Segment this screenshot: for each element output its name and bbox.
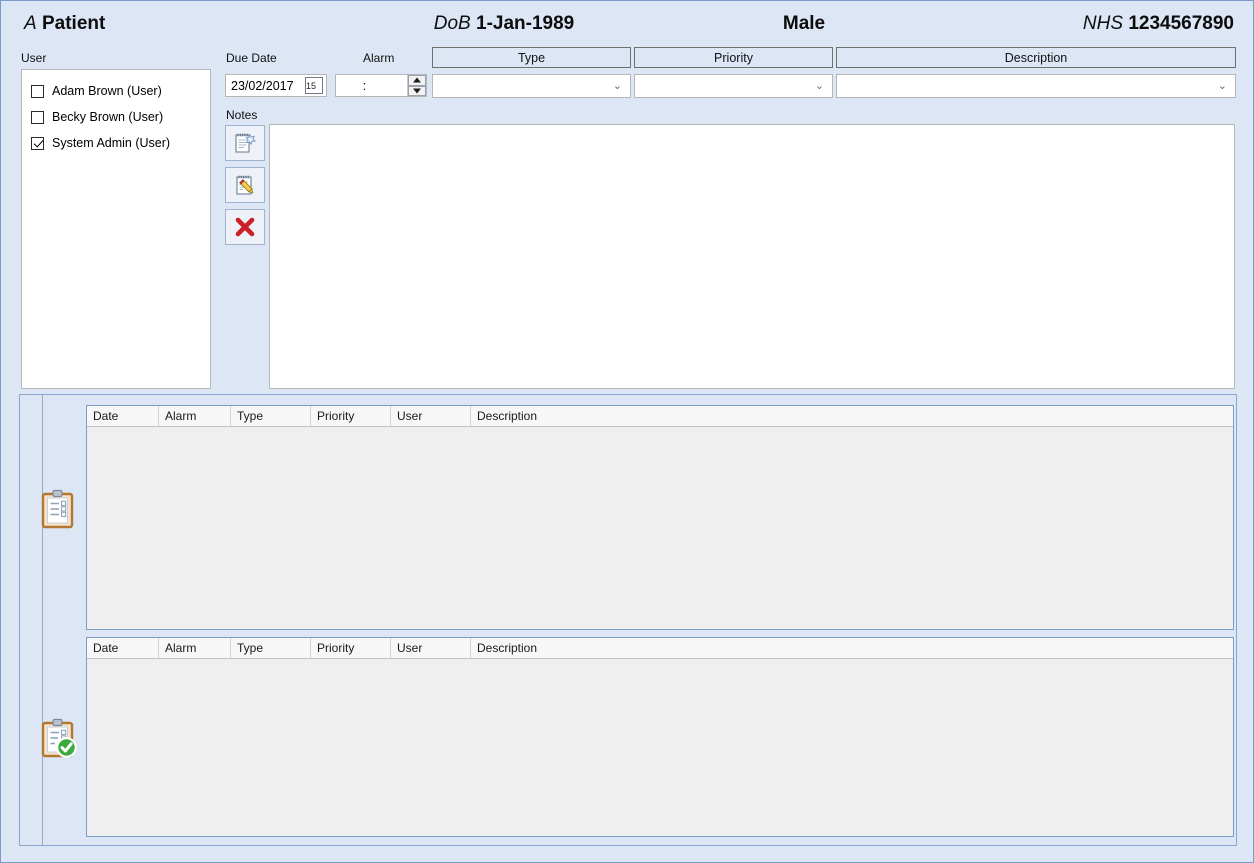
priority-column-button[interactable]: Priority (634, 47, 833, 68)
user-label-text: System Admin (User) (52, 136, 171, 150)
calendar-day: 15 (306, 81, 317, 91)
alarm-time-input[interactable]: : (335, 74, 427, 97)
patient-name-surname: Patient (41, 13, 106, 34)
column-header-date[interactable]: Date (87, 406, 159, 426)
type-column-button[interactable]: Type (432, 47, 631, 68)
column-header-description[interactable]: Description (471, 638, 1233, 658)
user-checkbox[interactable] (31, 136, 44, 150)
user-label-text: Adam Brown (User) (52, 84, 162, 98)
column-header-priority[interactable]: Priority (311, 406, 391, 426)
list-item[interactable]: Becky Brown (User) (22, 104, 210, 130)
clipboard-check-icon (41, 718, 77, 758)
column-header-user[interactable]: User (391, 406, 471, 426)
column-header-user[interactable]: User (391, 638, 471, 658)
notes-textarea[interactable] (269, 124, 1235, 389)
completed-tasks-clipboard (41, 718, 79, 763)
list-item[interactable]: System Admin (User) (22, 130, 210, 156)
panel-divider (42, 395, 43, 845)
patient-name: A Patient (2, 13, 354, 35)
column-header-priority[interactable]: Priority (311, 638, 391, 658)
patient-header: A Patient DoB 1-Jan-1989 Male NHS 123456… (2, 2, 1253, 46)
calendar-icon[interactable]: 15 (305, 77, 323, 94)
alarm-time-value: : (362, 78, 367, 93)
patient-nhs: NHS 1234567890 (954, 13, 1253, 35)
pending-tasks-clipboard (41, 489, 75, 532)
type-select[interactable]: ⌄ (432, 74, 631, 98)
description-column-button[interactable]: Description (836, 47, 1236, 68)
due-date-label: Due Date (226, 51, 277, 65)
note-edit-icon (236, 175, 254, 195)
stepper-up-icon[interactable] (408, 75, 426, 86)
alarm-stepper[interactable] (407, 75, 426, 96)
column-header-alarm[interactable]: Alarm (159, 406, 231, 426)
patient-dob: DoB 1-Jan-1989 (354, 13, 654, 35)
tasks-panel: Date Alarm Type Priority User Descriptio… (19, 394, 1237, 846)
priority-select[interactable]: ⌄ (634, 74, 833, 98)
delete-x-icon (235, 217, 255, 237)
notes-label: Notes (226, 108, 258, 122)
patient-gender-value: Male (782, 13, 826, 34)
column-header-description[interactable]: Description (471, 406, 1233, 426)
patient-nhs-value: 1234567890 (1128, 13, 1234, 34)
column-header-type[interactable]: Type (231, 406, 311, 426)
patient-name-initial: A (24, 13, 37, 34)
grid-body[interactable] (87, 427, 1233, 629)
pending-tasks-grid[interactable]: Date Alarm Type Priority User Descriptio… (86, 405, 1234, 630)
user-list[interactable]: Adam Brown (User) Becky Brown (User) Sys… (21, 69, 211, 389)
new-note-button[interactable] (225, 125, 265, 161)
edit-note-button[interactable] (225, 167, 265, 203)
list-item[interactable]: Adam Brown (User) (22, 78, 210, 104)
chevron-down-icon: ⌄ (612, 79, 622, 92)
user-label: User (21, 51, 47, 65)
column-header-alarm[interactable]: Alarm (159, 638, 231, 658)
due-date-value: 23/02/2017 (231, 78, 294, 93)
clipboard-icon (41, 489, 74, 529)
grid-body[interactable] (87, 659, 1233, 836)
patient-gender: Male (654, 13, 954, 35)
patient-dob-value: 1-Jan-1989 (476, 13, 575, 34)
stepper-down-icon[interactable] (408, 85, 426, 96)
column-header-date[interactable]: Date (87, 638, 159, 658)
patient-nhs-label: NHS (1082, 13, 1124, 34)
description-select[interactable]: ⌄ (836, 74, 1236, 98)
chevron-down-icon: ⌄ (814, 79, 824, 92)
chevron-down-icon: ⌄ (1217, 79, 1227, 92)
user-checkbox[interactable] (31, 110, 44, 124)
patient-tasks-window: A Patient DoB 1-Jan-1989 Male NHS 123456… (0, 0, 1254, 863)
grid-header-row: Date Alarm Type Priority User Descriptio… (87, 638, 1233, 659)
alarm-label: Alarm (363, 51, 395, 65)
column-header-type[interactable]: Type (231, 638, 311, 658)
note-add-icon (235, 133, 256, 153)
due-date-input[interactable]: 23/02/2017 15 (225, 74, 327, 97)
patient-dob-label: DoB (433, 13, 471, 34)
delete-note-button[interactable] (225, 209, 265, 245)
completed-tasks-grid[interactable]: Date Alarm Type Priority User Descriptio… (86, 637, 1234, 837)
grid-header-row: Date Alarm Type Priority User Descriptio… (87, 406, 1233, 427)
user-label-text: Becky Brown (User) (52, 110, 164, 124)
user-checkbox[interactable] (31, 84, 44, 98)
